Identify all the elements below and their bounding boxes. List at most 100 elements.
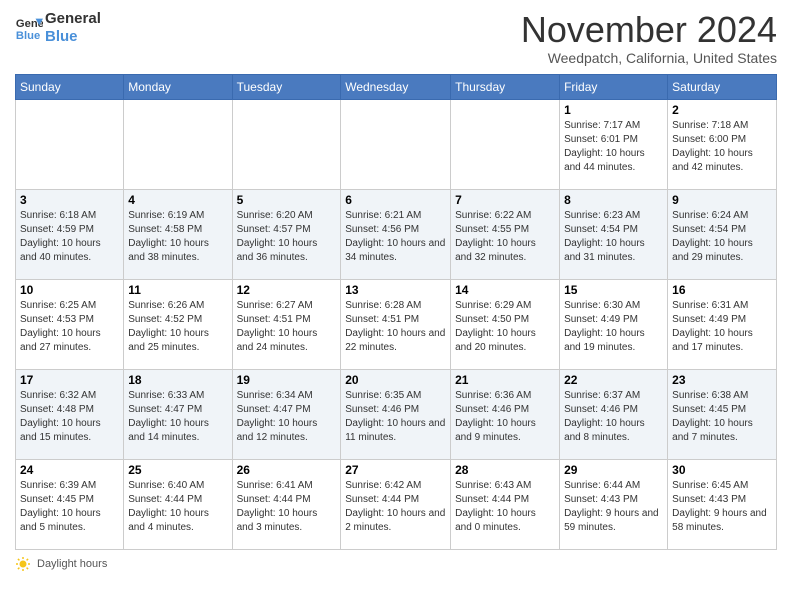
calendar-cell-week1-day3: 6 Sunrise: 6:21 AMSunset: 4:56 PMDaylight…: [341, 189, 451, 279]
day-number: 25: [128, 463, 227, 477]
calendar-cell-week1-day0: 3 Sunrise: 6:18 AMSunset: 4:59 PMDaylight…: [16, 189, 124, 279]
day-number: 30: [672, 463, 772, 477]
calendar-cell-week3-day4: 21 Sunrise: 6:36 AMSunset: 4:46 PMDayligh…: [451, 369, 560, 459]
header: General Blue General Blue November 2024 …: [15, 10, 777, 66]
day-number: 6: [345, 193, 446, 207]
calendar-cell-week0-day4: [451, 99, 560, 189]
calendar-cell-week2-day2: 12 Sunrise: 6:27 AMSunset: 4:51 PMDayligh…: [232, 279, 341, 369]
day-header-sunday: Sunday: [16, 74, 124, 99]
day-info: Sunrise: 6:38 AMSunset: 4:45 PMDaylight:…: [672, 389, 772, 445]
day-number: 4: [128, 193, 227, 207]
logo: General Blue General Blue: [15, 10, 101, 46]
day-number: 3: [20, 193, 119, 207]
day-info: Sunrise: 6:26 AMSunset: 4:52 PMDaylight:…: [128, 299, 227, 355]
day-info: Sunrise: 6:18 AMSunset: 4:59 PMDaylight:…: [20, 209, 119, 265]
day-info: Sunrise: 6:22 AMSunset: 4:55 PMDaylight:…: [455, 209, 555, 265]
calendar-cell-week1-day5: 8Sunrise: 6:23 AMSunset: 4:54 PMDaylight…: [560, 189, 668, 279]
day-number: 27: [345, 463, 446, 477]
logo-icon: General Blue: [15, 14, 43, 42]
calendar-cell-week4-day3: 27 Sunrise: 6:42 AMSunset: 4:44 PMDayligh…: [341, 459, 451, 549]
day-number: 1: [564, 103, 663, 117]
day-info: Sunrise: 6:44 AMSunset: 4:43 PMDaylight:…: [564, 479, 663, 535]
calendar-cell-week4-day1: 25 Sunrise: 6:40 AMSunset: 4:44 PMDayligh…: [124, 459, 232, 549]
calendar-cell-week1-day4: 7 Sunrise: 6:22 AMSunset: 4:55 PMDaylight…: [451, 189, 560, 279]
day-info: Sunrise: 6:31 AMSunset: 4:49 PMDaylight:…: [672, 299, 772, 355]
day-number: 9: [672, 193, 772, 207]
footer-note-text: Daylight hours: [37, 558, 107, 570]
day-info: Sunrise: 6:19 AMSunset: 4:58 PMDaylight:…: [128, 209, 227, 265]
calendar-cell-week3-day0: 17Sunrise: 6:32 AMSunset: 4:48 PMDayligh…: [16, 369, 124, 459]
day-number: 21: [455, 373, 555, 387]
day-number: 24: [20, 463, 119, 477]
day-number: 26: [237, 463, 337, 477]
day-number: 22: [564, 373, 663, 387]
day-info: Sunrise: 7:18 AMSunset: 6:00 PMDaylight:…: [672, 119, 772, 175]
calendar: SundayMondayTuesdayWednesdayThursdayFrid…: [15, 74, 777, 550]
main-title: November 2024: [521, 10, 777, 50]
day-info: Sunrise: 6:27 AMSunset: 4:51 PMDaylight:…: [237, 299, 337, 355]
day-number: 18: [128, 373, 227, 387]
day-number: 14: [455, 283, 555, 297]
day-info: Sunrise: 6:34 AMSunset: 4:47 PMDaylight:…: [237, 389, 337, 445]
calendar-cell-week0-day2: [232, 99, 341, 189]
day-info: Sunrise: 6:21 AMSunset: 4:56 PMDaylight:…: [345, 209, 446, 265]
day-info: Sunrise: 6:43 AMSunset: 4:44 PMDaylight:…: [455, 479, 555, 535]
day-number: 17: [20, 373, 119, 387]
calendar-cell-week0-day6: 2 Sunrise: 7:18 AMSunset: 6:00 PMDaylight…: [668, 99, 777, 189]
calendar-cell-week2-day3: 13Sunrise: 6:28 AMSunset: 4:51 PMDayligh…: [341, 279, 451, 369]
day-info: Sunrise: 6:40 AMSunset: 4:44 PMDaylight:…: [128, 479, 227, 535]
day-number: 16: [672, 283, 772, 297]
calendar-cell-week2-day4: 14 Sunrise: 6:29 AMSunset: 4:50 PMDayligh…: [451, 279, 560, 369]
calendar-cell-week3-day5: 22 Sunrise: 6:37 AMSunset: 4:46 PMDayligh…: [560, 369, 668, 459]
calendar-cell-week0-day1: [124, 99, 232, 189]
day-info: Sunrise: 6:36 AMSunset: 4:46 PMDaylight:…: [455, 389, 555, 445]
day-number: 23: [672, 373, 772, 387]
day-number: 5: [237, 193, 337, 207]
calendar-cell-week2-day5: 15Sunrise: 6:30 AMSunset: 4:49 PMDayligh…: [560, 279, 668, 369]
calendar-cell-week4-day0: 24Sunrise: 6:39 AMSunset: 4:45 PMDayligh…: [16, 459, 124, 549]
calendar-cell-week2-day1: 11 Sunrise: 6:26 AMSunset: 4:52 PMDayligh…: [124, 279, 232, 369]
day-number: 11: [128, 283, 227, 297]
calendar-cell-week4-day5: 29 Sunrise: 6:44 AMSunset: 4:43 PMDayligh…: [560, 459, 668, 549]
day-number: 7: [455, 193, 555, 207]
day-info: Sunrise: 7:17 AMSunset: 6:01 PMDaylight:…: [564, 119, 663, 175]
day-number: 29: [564, 463, 663, 477]
day-info: Sunrise: 6:42 AMSunset: 4:44 PMDaylight:…: [345, 479, 446, 535]
day-number: 15: [564, 283, 663, 297]
day-header-monday: Monday: [124, 74, 232, 99]
day-header-saturday: Saturday: [668, 74, 777, 99]
calendar-cell-week4-day2: 26 Sunrise: 6:41 AMSunset: 4:44 PMDayligh…: [232, 459, 341, 549]
title-area: November 2024 Weedpatch, California, Uni…: [521, 10, 777, 66]
logo-text: General Blue: [45, 10, 101, 46]
day-info: Sunrise: 6:41 AMSunset: 4:44 PMDaylight:…: [237, 479, 337, 535]
footer-note: Daylight hours: [15, 556, 777, 572]
calendar-cell-week3-day2: 19Sunrise: 6:34 AMSunset: 4:47 PMDayligh…: [232, 369, 341, 459]
day-header-thursday: Thursday: [451, 74, 560, 99]
day-number: 20: [345, 373, 446, 387]
day-info: Sunrise: 6:45 AMSunset: 4:43 PMDaylight:…: [672, 479, 772, 535]
calendar-cell-week0-day5: 1 Sunrise: 7:17 AMSunset: 6:01 PMDaylight…: [560, 99, 668, 189]
svg-text:Blue: Blue: [16, 30, 40, 42]
day-info: Sunrise: 6:37 AMSunset: 4:46 PMDaylight:…: [564, 389, 663, 445]
day-number: 12: [237, 283, 337, 297]
calendar-cell-week2-day6: 16 Sunrise: 6:31 AMSunset: 4:49 PMDayligh…: [668, 279, 777, 369]
calendar-cell-week4-day6: 30 Sunrise: 6:45 AMSunset: 4:43 PMDayligh…: [668, 459, 777, 549]
calendar-cell-week3-day1: 18Sunrise: 6:33 AMSunset: 4:47 PMDayligh…: [124, 369, 232, 459]
day-header-wednesday: Wednesday: [341, 74, 451, 99]
day-info: Sunrise: 6:25 AMSunset: 4:53 PMDaylight:…: [20, 299, 119, 355]
day-header-friday: Friday: [560, 74, 668, 99]
subtitle: Weedpatch, California, United States: [521, 50, 777, 66]
day-header-tuesday: Tuesday: [232, 74, 341, 99]
day-number: 28: [455, 463, 555, 477]
day-number: 2: [672, 103, 772, 117]
calendar-cell-week1-day6: 9 Sunrise: 6:24 AMSunset: 4:54 PMDaylight…: [668, 189, 777, 279]
day-info: Sunrise: 6:28 AMSunset: 4:51 PMDaylight:…: [345, 299, 446, 355]
day-info: Sunrise: 6:20 AMSunset: 4:57 PMDaylight:…: [237, 209, 337, 265]
calendar-cell-week3-day6: 23 Sunrise: 6:38 AMSunset: 4:45 PMDayligh…: [668, 369, 777, 459]
calendar-cell-week0-day3: [341, 99, 451, 189]
day-info: Sunrise: 6:24 AMSunset: 4:54 PMDaylight:…: [672, 209, 772, 265]
day-number: 10: [20, 283, 119, 297]
day-info: Sunrise: 6:29 AMSunset: 4:50 PMDaylight:…: [455, 299, 555, 355]
calendar-cell-week1-day2: 5 Sunrise: 6:20 AMSunset: 4:57 PMDaylight…: [232, 189, 341, 279]
calendar-cell-week0-day0: [16, 99, 124, 189]
